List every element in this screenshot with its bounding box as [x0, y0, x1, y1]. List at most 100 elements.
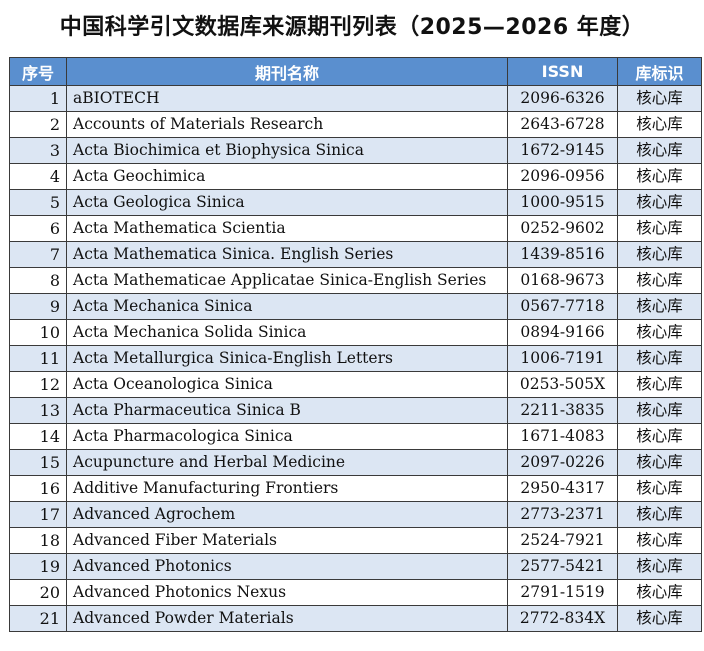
library-tag: 核心库: [617, 605, 702, 632]
journal-name: Acta Pharmaceutica Sinica B: [66, 397, 508, 424]
row-number: 20: [9, 579, 67, 606]
issn-cell: 0252-9602: [507, 215, 618, 242]
table-row: 6 Acta Mathematica Scientia 0252-9602 核心库: [9, 215, 702, 242]
issn-cell: 2096-0956: [507, 163, 618, 190]
issn-cell: 0168-9673: [507, 267, 618, 294]
journal-name: Acta Biochimica et Biophysica Sinica: [66, 137, 508, 164]
table-row: 10 Acta Mechanica Solida Sinica 0894-9166 核…: [9, 319, 702, 346]
row-number: 6: [9, 215, 67, 242]
table-row: 18 Advanced Fiber Materials 2524-7921 核心库: [9, 527, 702, 554]
table-row: 5 Acta Geologica Sinica 1000-9515 核心库: [9, 189, 702, 216]
issn-cell: 2772-834X: [507, 605, 618, 632]
library-tag: 核心库: [617, 579, 702, 606]
table-row: 8 Acta Mathematicae Applicatae Sinica-Eng…: [9, 267, 702, 294]
row-number: 21: [9, 605, 67, 632]
library-tag: 核心库: [617, 137, 702, 164]
library-tag: 核心库: [617, 215, 702, 242]
row-number: 1: [9, 85, 67, 112]
issn-cell: 1672-9145: [507, 137, 618, 164]
issn-cell: 2643-6728: [507, 111, 618, 138]
journal-name: Acta Mathematica Scientia: [66, 215, 508, 242]
issn-cell: 2097-0226: [507, 449, 618, 476]
row-number: 10: [9, 319, 67, 346]
issn-cell: 2096-6326: [507, 85, 618, 112]
table-row: 3 Acta Biochimica et Biophysica Sinica 167…: [9, 137, 702, 164]
library-tag: 核心库: [617, 163, 702, 190]
journal-name: Accounts of Materials Research: [66, 111, 508, 138]
issn-cell: 1439-8516: [507, 241, 618, 268]
row-number: 5: [9, 189, 67, 216]
table-row: 20 Advanced Photonics Nexus 2791-1519 核心库: [9, 579, 702, 606]
journal-name: Acta Pharmacologica Sinica: [66, 423, 508, 450]
journal-name: Acta Geologica Sinica: [66, 189, 508, 216]
library-tag: 核心库: [617, 371, 702, 398]
library-tag: 核心库: [617, 475, 702, 502]
table-row: 9 Acta Mechanica Sinica 0567-7718 核心库: [9, 293, 702, 320]
table-row: 2 Accounts of Materials Research 2643-6728…: [9, 111, 702, 138]
journal-name: Acta Mechanica Sinica: [66, 293, 508, 320]
journal-name: Additive Manufacturing Frontiers: [66, 475, 508, 502]
table-row: 15 Acupuncture and Herbal Medicine 2097-02…: [9, 449, 702, 476]
journal-name: Acta Mathematica Sinica. English Series: [66, 241, 508, 268]
journal-name: Advanced Powder Materials: [66, 605, 508, 632]
journal-name: aBIOTECH: [66, 85, 508, 112]
table-body: 1 aBIOTECH 2096-6326 核心库 2 Accounts of Materi…: [9, 85, 702, 632]
journal-name: Acta Oceanologica Sinica: [66, 371, 508, 398]
library-tag: 核心库: [617, 423, 702, 450]
library-tag: 核心库: [617, 527, 702, 554]
row-number: 16: [9, 475, 67, 502]
table-row: 17 Advanced Agrochem 2773-2371 核心库: [9, 501, 702, 528]
table-row: 14 Acta Pharmacologica Sinica 1671-4083 核心库: [9, 423, 702, 450]
table-row: 13 Acta Pharmaceutica Sinica B 2211-3835 核心…: [9, 397, 702, 424]
library-tag: 核心库: [617, 397, 702, 424]
library-tag: 核心库: [617, 345, 702, 372]
column-header-name: 期刊名称: [66, 57, 508, 86]
table-row: 16 Additive Manufacturing Frontiers 2950-4…: [9, 475, 702, 502]
row-number: 2: [9, 111, 67, 138]
issn-cell: 2211-3835: [507, 397, 618, 424]
page-title: 中国科学引文数据库来源期刊列表（2025—2026 年度）: [59, 15, 645, 40]
row-number: 9: [9, 293, 67, 320]
column-header-tag: 库标识: [617, 57, 702, 86]
row-number: 18: [9, 527, 67, 554]
row-number: 17: [9, 501, 67, 528]
table-row: 1 aBIOTECH 2096-6326 核心库: [9, 85, 702, 112]
journal-name: Acta Metallurgica Sinica-English Letters: [66, 345, 508, 372]
journal-name: Advanced Photonics: [66, 553, 508, 580]
issn-cell: 2577-5421: [507, 553, 618, 580]
library-tag: 核心库: [617, 319, 702, 346]
library-tag: 核心库: [617, 189, 702, 216]
library-tag: 核心库: [617, 241, 702, 268]
journal-name: Advanced Photonics Nexus: [66, 579, 508, 606]
issn-cell: 0253-505X: [507, 371, 618, 398]
library-tag: 核心库: [617, 449, 702, 476]
table-row: 21 Advanced Powder Materials 2772-834X 核心库: [9, 605, 702, 632]
library-tag: 核心库: [617, 553, 702, 580]
journal-name: Advanced Agrochem: [66, 501, 508, 528]
table-row: 7 Acta Mathematica Sinica. English Series…: [9, 241, 702, 268]
library-tag: 核心库: [617, 111, 702, 138]
library-tag: 核心库: [617, 293, 702, 320]
row-number: 7: [9, 241, 67, 268]
row-number: 14: [9, 423, 67, 450]
table-header-row: 序号 期刊名称 ISSN 库标识: [9, 57, 702, 86]
issn-cell: 1000-9515: [507, 189, 618, 216]
table-row: 11 Acta Metallurgica Sinica-English Lette…: [9, 345, 702, 372]
issn-cell: 2950-4317: [507, 475, 618, 502]
row-number: 13: [9, 397, 67, 424]
library-tag: 核心库: [617, 267, 702, 294]
issn-cell: 2773-2371: [507, 501, 618, 528]
journal-name: Acta Mathematicae Applicatae Sinica-Engl…: [66, 267, 508, 294]
row-number: 4: [9, 163, 67, 190]
journal-name: Advanced Fiber Materials: [66, 527, 508, 554]
column-header-issn: ISSN: [507, 57, 618, 86]
row-number: 3: [9, 137, 67, 164]
table-row: 12 Acta Oceanologica Sinica 0253-505X 核心库: [9, 371, 702, 398]
table-row: 4 Acta Geochimica 2096-0956 核心库: [9, 163, 702, 190]
issn-cell: 2524-7921: [507, 527, 618, 554]
row-number: 8: [9, 267, 67, 294]
issn-cell: 1006-7191: [507, 345, 618, 372]
journal-name: Acta Geochimica: [66, 163, 508, 190]
row-number: 19: [9, 553, 67, 580]
library-tag: 核心库: [617, 85, 702, 112]
